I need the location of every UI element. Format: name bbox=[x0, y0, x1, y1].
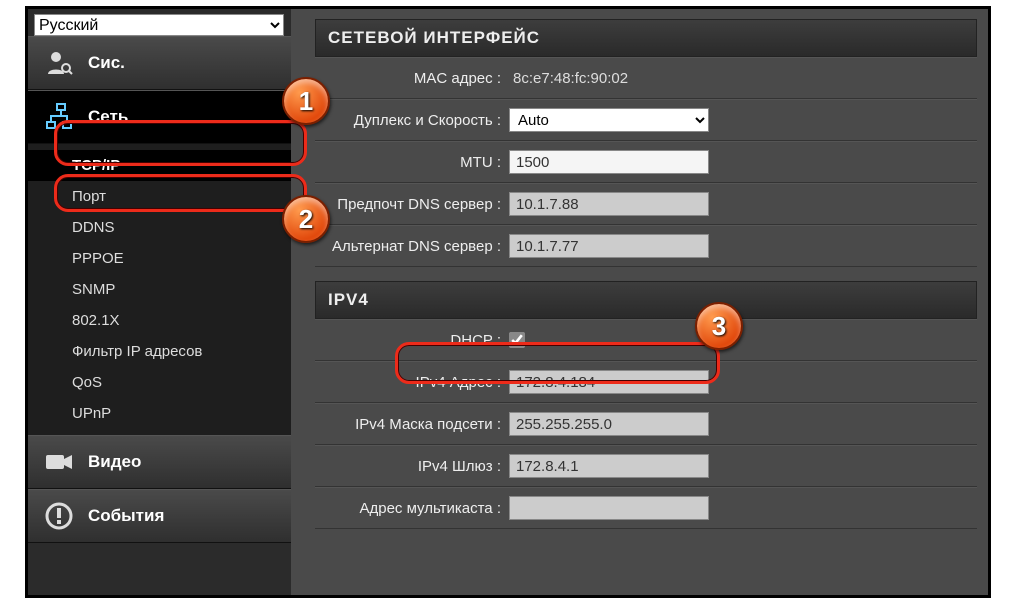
sub-item-port[interactable]: Порт bbox=[28, 181, 291, 212]
sidebar-item-label: Видео bbox=[88, 452, 141, 472]
ipv4mask-input[interactable] bbox=[509, 412, 709, 436]
network-tree-icon bbox=[42, 100, 76, 134]
label-multicast: Адрес мультикаста : bbox=[323, 500, 509, 517]
label-dns1: Предпочт DNS сервер : bbox=[323, 196, 509, 213]
dns1-input[interactable] bbox=[509, 192, 709, 216]
section-title-network-interface: СЕТЕВОЙ ИНТЕРФЕЙС bbox=[315, 19, 977, 57]
label-dns2: Альтернат DNS сервер : bbox=[323, 238, 509, 255]
sidebar-item-system[interactable]: Сис. bbox=[28, 36, 291, 90]
sidebar-item-label: Сис. bbox=[88, 53, 125, 73]
sidebar-item-network[interactable]: Сеть bbox=[28, 90, 291, 144]
row-dns1: Предпочт DNS сервер : bbox=[315, 183, 977, 225]
camera-icon bbox=[42, 445, 76, 479]
label-ipv4mask: IPv4 Маска подсети : bbox=[323, 416, 509, 433]
user-settings-icon bbox=[42, 46, 76, 80]
row-multicast: Адрес мультикаста : bbox=[315, 487, 977, 529]
sidebar-item-video[interactable]: Видео bbox=[28, 435, 291, 489]
ipv4gw-input[interactable] bbox=[509, 454, 709, 478]
row-mac: MAC адрес : 8c:e7:48:fc:90:02 bbox=[315, 57, 977, 99]
sidebar-item-events[interactable]: События bbox=[28, 489, 291, 543]
sub-item-pppoe[interactable]: PPPOE bbox=[28, 243, 291, 274]
app-window: Русский Сис. Сеть TCP/IP Порт DDNS PPPOE… bbox=[25, 6, 991, 598]
dns2-input[interactable] bbox=[509, 234, 709, 258]
sub-item-snmp[interactable]: SNMP bbox=[28, 274, 291, 305]
ipv4addr-input[interactable] bbox=[509, 370, 709, 394]
mtu-input[interactable] bbox=[509, 150, 709, 174]
sub-item-upnp[interactable]: UPnP bbox=[28, 398, 291, 429]
row-dhcp: DHCP : bbox=[315, 319, 977, 361]
duplex-select[interactable]: Auto bbox=[509, 108, 709, 132]
row-mtu: MTU : bbox=[315, 141, 977, 183]
label-duplex: Дуплекс и Скорость : bbox=[323, 112, 509, 129]
row-ipv4addr: IPv4 Адрес : bbox=[315, 361, 977, 403]
row-duplex: Дуплекс и Скорость : Auto bbox=[315, 99, 977, 141]
section-title-ipv4: IPV4 bbox=[315, 281, 977, 319]
row-dns2: Альтернат DNS сервер : bbox=[315, 225, 977, 267]
value-mac: 8c:e7:48:fc:90:02 bbox=[509, 70, 628, 87]
network-subitems: TCP/IP Порт DDNS PPPOE SNMP 802.1X Фильт… bbox=[28, 144, 291, 435]
sub-item-8021x[interactable]: 802.1X bbox=[28, 305, 291, 336]
sub-item-tcpip[interactable]: TCP/IP bbox=[28, 150, 291, 181]
main-panel: СЕТЕВОЙ ИНТЕРФЕЙС MAC адрес : 8c:e7:48:f… bbox=[303, 9, 989, 595]
label-dhcp: DHCP : bbox=[323, 332, 509, 349]
label-ipv4addr: IPv4 Адрес : bbox=[323, 374, 509, 391]
multicast-input[interactable] bbox=[509, 496, 709, 520]
sidebar-item-label: События bbox=[88, 506, 164, 526]
language-select[interactable]: Русский bbox=[34, 14, 284, 36]
sidebar: Русский Сис. Сеть TCP/IP Порт DDNS PPPOE… bbox=[28, 9, 291, 595]
label-mtu: MTU : bbox=[323, 154, 509, 171]
row-ipv4mask: IPv4 Маска подсети : bbox=[315, 403, 977, 445]
row-ipv4gw: IPv4 Шлюз : bbox=[315, 445, 977, 487]
dhcp-checkbox[interactable] bbox=[509, 332, 525, 348]
sidebar-item-label: Сеть bbox=[88, 107, 128, 127]
sub-item-qos[interactable]: QoS bbox=[28, 367, 291, 398]
alert-icon bbox=[42, 499, 76, 533]
sub-item-ddns[interactable]: DDNS bbox=[28, 212, 291, 243]
label-ipv4gw: IPv4 Шлюз : bbox=[323, 458, 509, 475]
sub-item-ipfilter[interactable]: Фильтр IP адресов bbox=[28, 336, 291, 367]
label-mac: MAC адрес : bbox=[323, 70, 509, 87]
